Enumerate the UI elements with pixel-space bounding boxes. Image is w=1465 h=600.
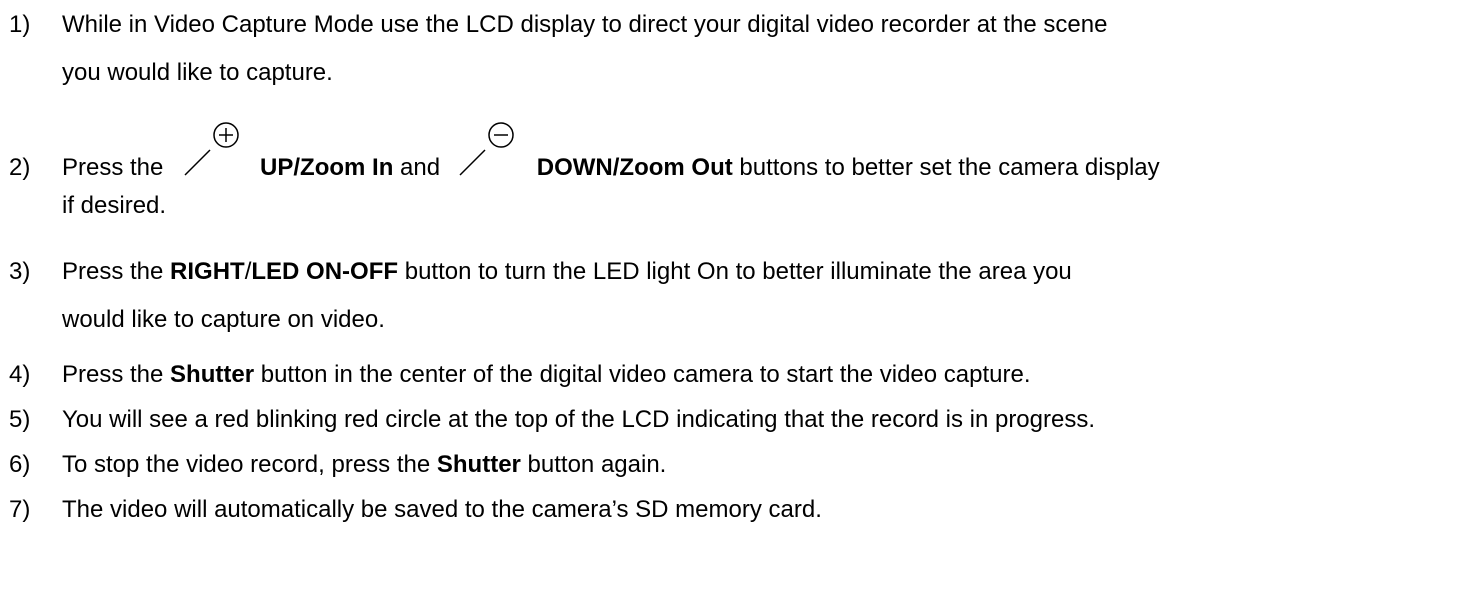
step-text: The video will automatically be saved to… (62, 496, 822, 523)
step-number: 5) (9, 406, 31, 433)
right-label: RIGHT (170, 258, 245, 285)
step-number: 4) (9, 361, 31, 388)
shutter-label: Shutter (436, 451, 521, 478)
step-text-part: Press the (62, 154, 171, 181)
step-text-continued: would like to capture on video. (62, 306, 385, 333)
step-number: 6) (9, 451, 31, 478)
instruction-list: 1) While in Video Capture Mode use the L… (0, 0, 1465, 600)
zoom-in-icon (182, 122, 246, 176)
step-text-part: Press the (62, 258, 171, 285)
zoom-out-label: DOWN/Zoom Out (536, 154, 733, 181)
led-label: LED ON-OFF (251, 258, 399, 285)
step-text-part: Press the (62, 361, 171, 388)
zoom-in-label: UP/Zoom In (260, 154, 394, 181)
step-number: 7) (9, 496, 31, 523)
step-text: While in Video Capture Mode use the LCD … (62, 11, 1108, 38)
step-text-part: button again. (520, 451, 667, 478)
step-number: 3) (9, 258, 31, 285)
step-text: Press the Shutter button in the center o… (62, 355, 1031, 395)
step-number: 1) (9, 11, 31, 38)
step-text-part: and (393, 154, 447, 181)
step-text: Press the RIGHT/LED ON-OFF button to tur… (62, 252, 1072, 292)
step-text-continued: if desired. (62, 192, 167, 219)
step-text-part: buttons to better set the camera display (732, 154, 1160, 181)
step-text-part: To stop the video record, press the (62, 451, 437, 478)
step-text-part: button in the center of the digital vide… (254, 361, 1031, 388)
step-number: 2) (9, 154, 31, 181)
zoom-out-icon (457, 122, 521, 176)
shutter-label: Shutter (170, 361, 255, 388)
step-text: To stop the video record, press the Shut… (62, 445, 666, 485)
step-text: Press the UP/Zoom In and DOWN/Zoom Out b… (62, 122, 1160, 188)
step-text: You will see a red blinking red circle a… (62, 406, 1096, 433)
step-text-continued: you would like to capture. (62, 59, 333, 86)
step-text-part: button to turn the LED light On to bette… (398, 258, 1072, 285)
